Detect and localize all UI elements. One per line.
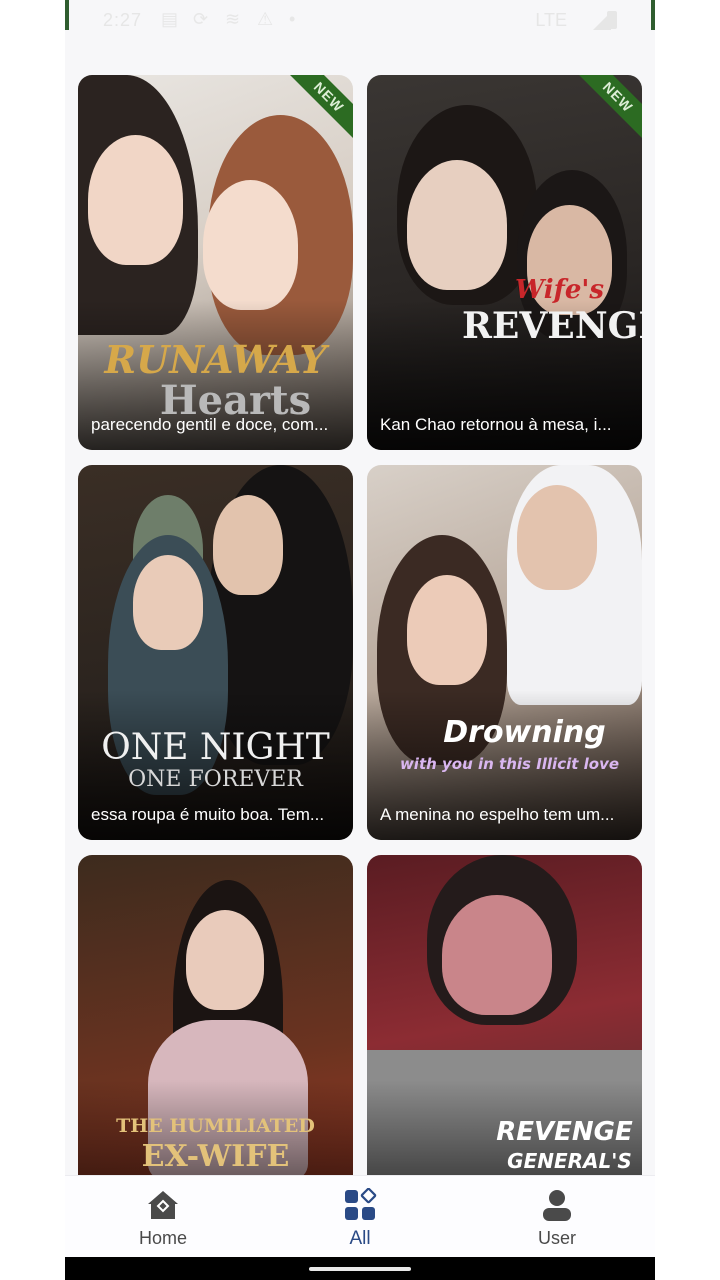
- poster-title: THE HUMILIATED: [116, 1115, 315, 1137]
- nav-user[interactable]: User: [459, 1176, 655, 1258]
- notification-icon: ▤: [161, 9, 179, 29]
- status-edge-right: [651, 0, 655, 30]
- nav-home-label: Home: [138, 1228, 187, 1248]
- poster-subtitle: EX-WIFE: [141, 1139, 290, 1174]
- poster-title: Wife's: [515, 275, 604, 305]
- sync-icon: ⟳: [193, 9, 209, 29]
- new-badge: NEW: [574, 75, 642, 141]
- poster-face: [442, 895, 552, 1015]
- status-time: 2:27: [103, 10, 143, 30]
- poster-title: Drowning: [443, 715, 606, 750]
- poster-title: ONE NIGHT: [101, 727, 330, 768]
- system-gesture-bar: [65, 1257, 655, 1280]
- status-bar: 2:27 ▤ ⟳ ≋ ⚠ • LTE: [65, 0, 655, 40]
- poster-subtitle: with you in this Illicit love: [399, 755, 620, 773]
- app-screen: 2:27 ▤ ⟳ ≋ ⚠ • LTE RUNAWAY Hearts NEW pa…: [65, 0, 655, 1280]
- poster-title: REVENGE: [496, 1117, 633, 1147]
- drama-card[interactable]: Drowning with you in this Illicit love A…: [367, 465, 642, 840]
- status-edge-left: [65, 0, 69, 30]
- poster-face: [407, 575, 487, 685]
- dot-icon: •: [289, 9, 296, 29]
- card-caption: parecendo gentil e doce, com...: [91, 415, 329, 434]
- warning-icon: ⚠: [257, 9, 274, 29]
- poster-face: [517, 485, 597, 590]
- home-icon: [148, 1191, 178, 1219]
- drama-card[interactable]: THE HUMILIATED EX-WIFE: [78, 855, 353, 1230]
- grid-icon: [345, 1188, 377, 1220]
- poster-face: [88, 135, 183, 265]
- nav-all-label: All: [349, 1228, 371, 1249]
- drama-card[interactable]: ONE NIGHT ONE FOREVER essa roupa é muito…: [78, 465, 353, 840]
- poster-face: [133, 555, 203, 650]
- card-caption: essa roupa é muito boa. Tem...: [91, 805, 325, 824]
- poster-title: RUNAWAY: [104, 337, 327, 382]
- battery-icon: [607, 11, 617, 29]
- nav-user-label: User: [537, 1228, 576, 1248]
- nav-home[interactable]: Home: [65, 1176, 261, 1258]
- poster-subtitle: REVENGE: [462, 305, 642, 347]
- card-caption: A menina no espelho tem um...: [380, 805, 615, 824]
- poster-subtitle: ONE FOREVER: [128, 767, 303, 792]
- vibrate-icon: ≋: [225, 9, 241, 29]
- bottom-navigation: Home All User: [65, 1175, 655, 1258]
- drama-card[interactable]: Wife's REVENGE NEW Kan Chao retornou à m…: [367, 75, 642, 450]
- poster-subtitle: GENERAL'S: [507, 1149, 632, 1173]
- home-indicator[interactable]: [309, 1267, 411, 1271]
- poster-face: [213, 495, 283, 595]
- poster-face: [203, 180, 298, 310]
- notification-icons: ▤ ⟳ ≋ ⚠ •: [161, 9, 307, 29]
- user-icon: [543, 1190, 571, 1221]
- network-type: LTE: [535, 10, 567, 30]
- card-caption: Kan Chao retornou à mesa, i...: [380, 415, 612, 434]
- poster-face: [186, 910, 264, 1010]
- poster-face: [407, 160, 507, 290]
- drama-card[interactable]: RUNAWAY Hearts NEW parecendo gentil e do…: [78, 75, 353, 450]
- nav-all[interactable]: All: [262, 1176, 458, 1258]
- drama-card[interactable]: REVENGE GENERAL'S: [367, 855, 642, 1230]
